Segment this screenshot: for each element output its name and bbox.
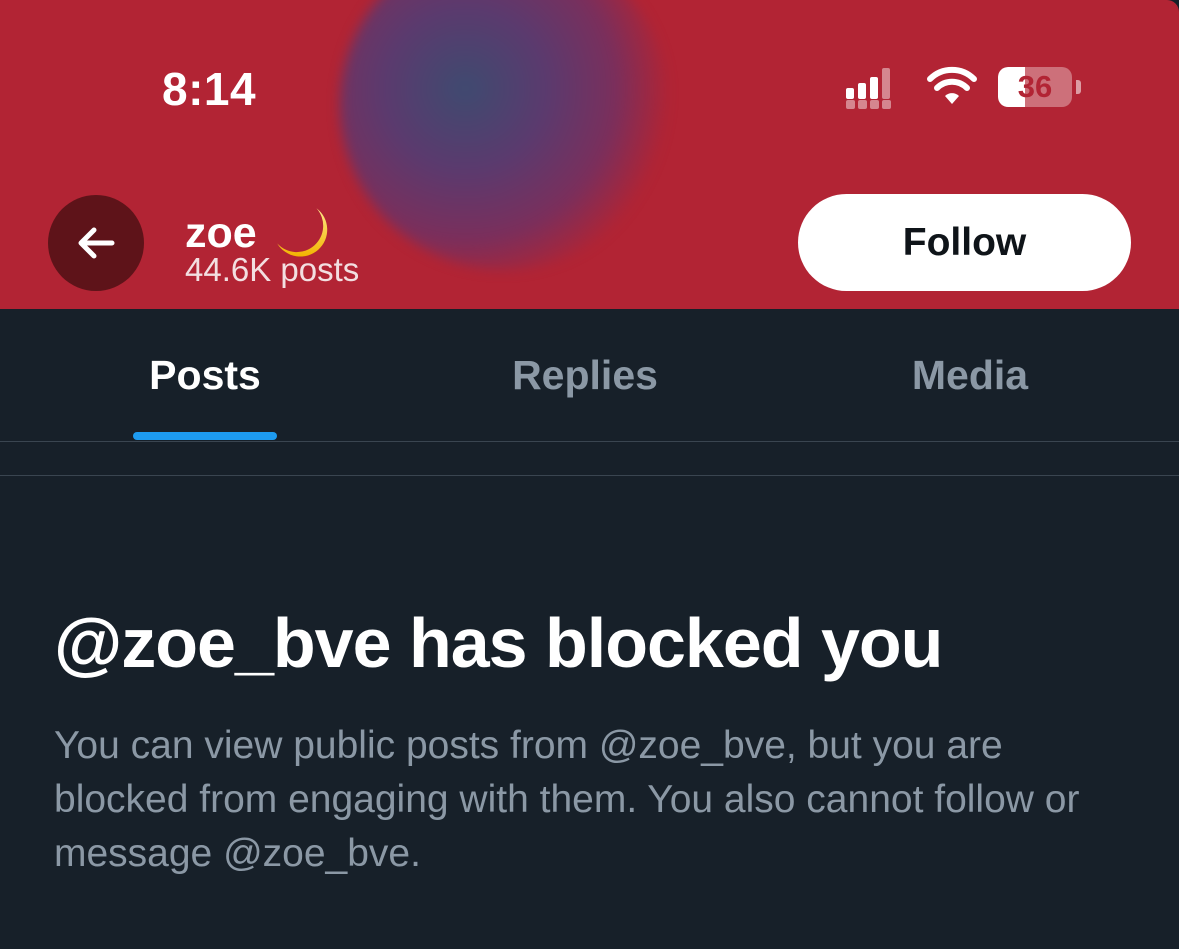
- battery-percent: 36: [1017, 69, 1053, 104]
- post-count: 44.6K posts: [185, 251, 360, 288]
- header-banner-image: [340, 0, 670, 270]
- blocked-description: You can view public posts from @zoe_bve,…: [54, 724, 1080, 875]
- blocked-title: @zoe_bve has blocked you: [54, 604, 943, 682]
- profile-tabs: Posts Replies Media: [0, 309, 1179, 441]
- tab-posts[interactable]: Posts: [100, 309, 310, 441]
- content-divider: [0, 475, 1179, 476]
- active-tab-indicator: [133, 432, 277, 440]
- battery-icon: 36: [998, 67, 1072, 107]
- profile-header: 8:14 36 zoe 44.6K posts Follow: [0, 0, 1179, 309]
- tabs-divider: [0, 441, 1179, 442]
- wifi-icon: [926, 66, 978, 111]
- tab-replies[interactable]: Replies: [470, 309, 700, 441]
- tab-media[interactable]: Media: [860, 309, 1080, 441]
- cellular-signal-icon: [846, 68, 906, 109]
- follow-button[interactable]: Follow: [798, 194, 1131, 291]
- arrow-left-icon: [78, 227, 115, 259]
- battery-nub: [1076, 80, 1081, 94]
- status-bar-time: 8:14: [162, 63, 257, 115]
- back-button[interactable]: [48, 195, 144, 291]
